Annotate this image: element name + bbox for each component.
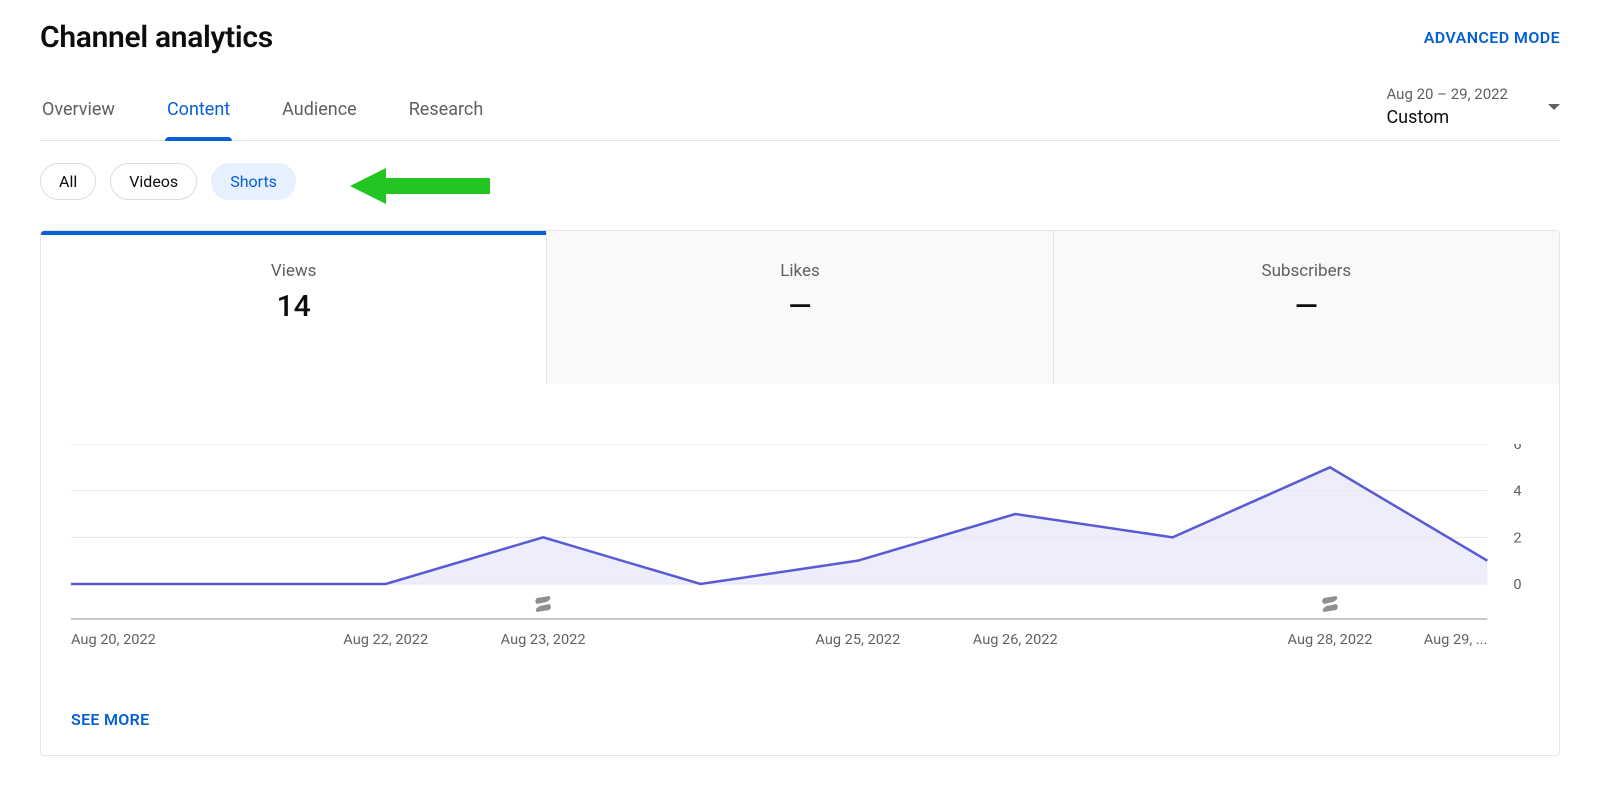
svg-text:Aug 22, 2022: Aug 22, 2022	[343, 632, 428, 648]
page-title: Channel analytics	[40, 20, 273, 55]
filter-videos[interactable]: Videos	[110, 163, 197, 200]
filter-all[interactable]: All	[40, 163, 96, 200]
metric-value: —	[1064, 289, 1549, 324]
svg-text:Aug 23, 2022: Aug 23, 2022	[501, 632, 586, 648]
svg-text:Aug 28, 2022: Aug 28, 2022	[1288, 632, 1373, 648]
svg-text:Aug 29, ...: Aug 29, ...	[1424, 632, 1488, 648]
svg-text:0: 0	[1513, 577, 1521, 593]
metric-name: Views	[51, 261, 536, 281]
metric-name: Likes	[557, 261, 1042, 281]
see-more-link[interactable]: SEE MORE	[41, 684, 1559, 755]
metric-tab-likes[interactable]: Likes —	[547, 231, 1053, 384]
tab-audience[interactable]: Audience	[280, 99, 359, 140]
svg-text:Aug 20, 2022: Aug 20, 2022	[71, 632, 156, 648]
metrics-card: Views 14 Likes — Subscribers — 0 2 4 6 Aug 20, 20…	[40, 230, 1560, 756]
metric-tab-views[interactable]: Views 14	[41, 231, 547, 384]
chevron-down-icon	[1548, 104, 1560, 110]
filter-shorts[interactable]: Shorts	[211, 163, 296, 200]
advanced-mode-link[interactable]: ADVANCED MODE	[1424, 28, 1560, 47]
metric-value: —	[557, 289, 1042, 324]
arrow-annotation-icon	[350, 166, 490, 206]
chart-area: 0 2 4 6 Aug 20, 2022 Aug 22, 2022 Aug 23, 2022…	[41, 384, 1559, 684]
metric-value: 14	[51, 289, 536, 324]
date-range-text: Aug 20 – 29, 2022	[1386, 85, 1508, 103]
date-range-picker[interactable]: Aug 20 – 29, 2022 Custom	[1386, 85, 1560, 140]
svg-text:Aug 25, 2022: Aug 25, 2022	[815, 632, 900, 648]
tab-content[interactable]: Content	[165, 99, 232, 140]
svg-text:Aug 26, 2022: Aug 26, 2022	[973, 632, 1058, 648]
svg-text:2: 2	[1513, 531, 1521, 547]
svg-text:4: 4	[1513, 484, 1521, 500]
shorts-marker-icon	[535, 596, 551, 612]
shorts-marker-icon	[1322, 596, 1338, 612]
metric-name: Subscribers	[1064, 261, 1549, 281]
svg-text:6: 6	[1513, 444, 1521, 453]
date-range-label: Custom	[1386, 107, 1508, 128]
tab-research[interactable]: Research	[407, 99, 486, 140]
tab-overview[interactable]: Overview	[40, 99, 117, 140]
metric-tab-subscribers[interactable]: Subscribers —	[1054, 231, 1559, 384]
